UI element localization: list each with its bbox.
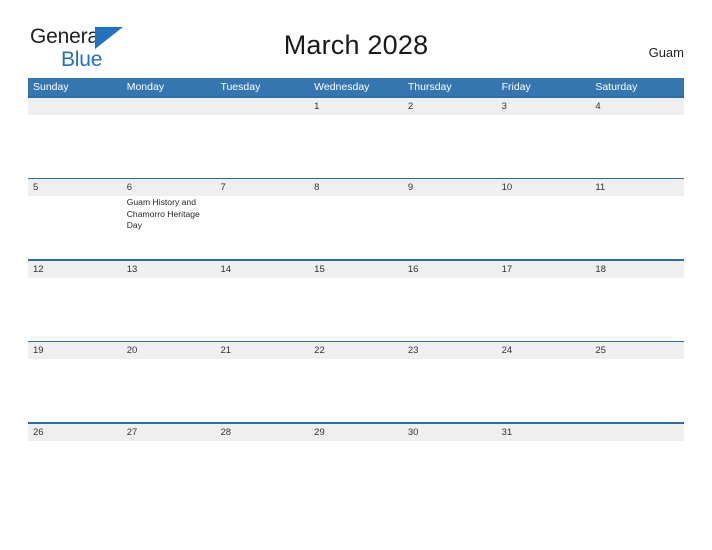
day-number: 27: [126, 426, 138, 438]
calendar-day-cell[interactable]: [121, 97, 216, 178]
day-number: 28: [220, 426, 232, 438]
day-number: 12: [33, 263, 44, 275]
day-number: 4: [595, 100, 601, 112]
day-number: 14: [220, 263, 232, 275]
day-number: 17: [501, 263, 513, 275]
weekday-wednesday: Wednesday: [314, 81, 370, 93]
calendar-day-cell[interactable]: 31: [496, 423, 591, 506]
day-number: 15: [314, 263, 325, 275]
calendar-day-cell[interactable]: 24: [496, 342, 591, 422]
calendar-day-cell[interactable]: 10: [496, 179, 591, 259]
day-number: 9: [407, 182, 414, 193]
day-number: [122, 98, 216, 115]
calendar-grid: Sunday Monday Tuesday Wednesday Thursday…: [28, 78, 685, 506]
calendar-week-row: 5 6 Guam History and Chamorro Heritage Day…: [28, 177, 685, 259]
day-number: [590, 424, 684, 441]
day-number: 22: [314, 345, 325, 356]
day-number: 19: [33, 345, 44, 356]
day-number: 24: [501, 345, 513, 356]
calendar-day-cell[interactable]: 15: [309, 260, 403, 341]
calendar-day-cell[interactable]: 5: [28, 179, 122, 259]
day-number: 18: [595, 263, 606, 275]
calendar-day-cell[interactable]: 18: [590, 260, 685, 341]
week-days: 5 6 Guam History and Chamorro Heritage Day…: [28, 179, 685, 259]
day-number: 30: [407, 426, 419, 438]
day-number: 2: [407, 100, 414, 112]
day-number: 3: [501, 100, 507, 112]
calendar-day-cell[interactable]: 27: [121, 423, 216, 506]
day-number: 7: [220, 182, 226, 193]
calendar-day-cell[interactable]: 30: [402, 423, 497, 506]
day-number: 6: [126, 182, 133, 193]
day-number: 16: [407, 263, 419, 275]
calendar-day-cell[interactable]: 3: [496, 97, 591, 178]
week-days: 19 20 21 22 23 24 25: [28, 342, 685, 422]
weekday-saturday: Saturday: [595, 81, 638, 93]
calendar-day-cell[interactable]: [590, 423, 685, 506]
calendar-day-cell[interactable]: 7: [215, 179, 310, 259]
calendar-day-cell[interactable]: 11: [590, 179, 685, 259]
calendar-week-row: 1 2 3 4: [28, 96, 685, 178]
day-number: 25: [595, 345, 606, 356]
weekday-monday: Monday: [126, 81, 165, 93]
calendar-event: Guam History and Chamorro Heritage Day: [126, 197, 200, 230]
calendar-day-cell[interactable]: [28, 97, 122, 178]
day-number: 8: [314, 182, 320, 193]
day-number: [28, 98, 122, 115]
calendar-day-cell[interactable]: 16: [402, 260, 497, 341]
calendar-day-cell[interactable]: 28: [215, 423, 310, 506]
day-number: 21: [220, 345, 232, 356]
day-number: [215, 98, 309, 115]
weekday-friday: Friday: [501, 81, 531, 93]
calendar-day-cell[interactable]: 29: [309, 423, 403, 506]
calendar-day-cell[interactable]: 6 Guam History and Chamorro Heritage Day: [121, 179, 216, 259]
day-number: 5: [33, 182, 39, 193]
calendar-day-cell[interactable]: 20: [121, 342, 216, 422]
weekday-header-row: Sunday Monday Tuesday Wednesday Thursday…: [28, 78, 684, 96]
calendar-day-cell[interactable]: 21: [215, 342, 310, 422]
day-number: 26: [33, 426, 44, 438]
calendar-day-cell[interactable]: 23: [402, 342, 497, 422]
calendar-page: General Blue March 2028 Guam Sunday Mond…: [0, 0, 712, 550]
calendar-day-cell[interactable]: 12: [28, 260, 122, 341]
week-days: 26 27 28 29 30 31: [28, 423, 685, 506]
calendar-day-cell[interactable]: 26: [28, 423, 122, 506]
region-label: Guam: [648, 45, 684, 60]
day-number: 29: [314, 426, 325, 438]
calendar-weeks: 1 2 3 4 5 6 Guam History and Chamorro Heritage…: [28, 96, 685, 506]
calendar-day-cell[interactable]: 25: [590, 342, 685, 422]
calendar-day-cell[interactable]: 17: [496, 260, 591, 341]
day-events: Guam History and Chamorro Heritage Day: [122, 196, 216, 232]
day-number: 11: [595, 182, 606, 193]
weekday-sunday: Sunday: [33, 81, 69, 93]
calendar-day-cell[interactable]: [215, 97, 310, 178]
day-number: 1: [314, 100, 320, 112]
week-days: 1 2 3 4: [28, 97, 685, 178]
weekday-tuesday: Tuesday: [220, 81, 261, 93]
calendar-day-cell[interactable]: 8: [309, 179, 403, 259]
page-title: March 2028: [283, 30, 429, 60]
calendar-week-row: 12 13 14 15 16 17 18: [28, 259, 685, 341]
calendar-day-cell[interactable]: 2: [402, 97, 497, 178]
week-days: 12 13 14 15 16 17 18: [28, 260, 685, 341]
day-number: 10: [501, 182, 513, 193]
calendar-day-cell[interactable]: 1: [309, 97, 403, 178]
day-number: 13: [126, 263, 138, 275]
calendar-week-row: 26 27 28 29 30 31: [28, 422, 685, 506]
calendar-day-cell[interactable]: 4: [590, 97, 685, 178]
weekday-thursday: Thursday: [407, 81, 452, 93]
day-number: 23: [407, 345, 419, 356]
calendar-day-cell[interactable]: 9: [402, 179, 497, 259]
page-header: General Blue March 2028 Guam: [0, 0, 712, 70]
calendar-day-cell[interactable]: 14: [215, 260, 310, 341]
calendar-day-cell[interactable]: 22: [309, 342, 403, 422]
calendar-day-cell[interactable]: 19: [28, 342, 122, 422]
day-number: 20: [126, 345, 138, 356]
day-number: 31: [501, 426, 513, 438]
calendar-day-cell[interactable]: 13: [121, 260, 216, 341]
calendar-week-row: 19 20 21 22 23 24 25: [28, 340, 685, 422]
